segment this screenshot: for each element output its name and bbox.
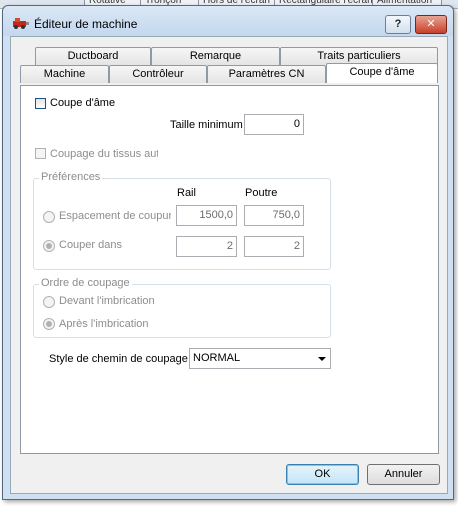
ok-button[interactable]: OK [286, 464, 359, 485]
style-chemin-label: Style de chemin de coupage [49, 353, 188, 365]
tab-remarque[interactable]: Remarque [151, 47, 280, 65]
tab-machine[interactable]: Machine [20, 65, 109, 83]
couper-dans-radio[interactable] [43, 240, 55, 252]
couper-dans-poutre-input[interactable]: 2 [244, 236, 304, 257]
close-button[interactable]: ✕ [415, 15, 447, 34]
chevron-down-icon [318, 357, 326, 361]
poutre-column-header: Poutre [245, 187, 278, 199]
window-title: Éditeur de machine [34, 17, 138, 31]
preferences-group-title: Préférences [39, 171, 103, 183]
espacement-poutre-input[interactable]: 750,0 [244, 205, 304, 226]
tab-controleur[interactable]: Contrôleur [109, 65, 207, 83]
apres-imbrication-radio[interactable] [43, 318, 55, 330]
espacement-rail-input[interactable]: 1500,0 [176, 205, 237, 226]
couper-dans-rail-input[interactable]: 2 [176, 236, 237, 257]
ordre-coupage-group-title: Ordre de coupage [39, 277, 132, 289]
coupe-ame-checkbox[interactable] [35, 98, 46, 109]
devant-imbrication-radio[interactable] [43, 296, 55, 308]
coupe-ame-label: Coupe d'âme [50, 97, 116, 109]
tab-parametres-cn[interactable]: Paramètres CN [207, 65, 326, 83]
espacement-label: Espacement de coupure [59, 210, 171, 222]
title-bar[interactable]: Éditeur de machine ? ✕ [3, 6, 453, 36]
rail-column-header: Rail [177, 187, 196, 199]
taille-minimum-input[interactable]: 0 [244, 114, 304, 135]
couper-dans-label: Couper dans [59, 239, 122, 251]
taille-minimum-label: Taille minimum [170, 119, 243, 131]
devant-imbrication-label: Devant l'imbrication [59, 295, 155, 307]
style-chemin-value: NORMAL [193, 352, 241, 364]
tab-ductboard[interactable]: Ductboard [35, 47, 151, 65]
cancel-button[interactable]: Annuler [367, 464, 440, 485]
coupage-tissus-checkbox[interactable] [35, 148, 46, 159]
help-button[interactable]: ? [385, 15, 411, 34]
tab-coupe-d-ame[interactable]: Coupe d'âme [326, 63, 438, 83]
coupage-tissus-label: Coupage du tissus auto [50, 148, 158, 160]
apres-imbrication-label: Après l'imbrication [59, 318, 149, 330]
style-chemin-select[interactable]: NORMAL [189, 348, 331, 369]
espacement-radio[interactable] [43, 211, 55, 223]
machine-app-icon [13, 18, 29, 29]
